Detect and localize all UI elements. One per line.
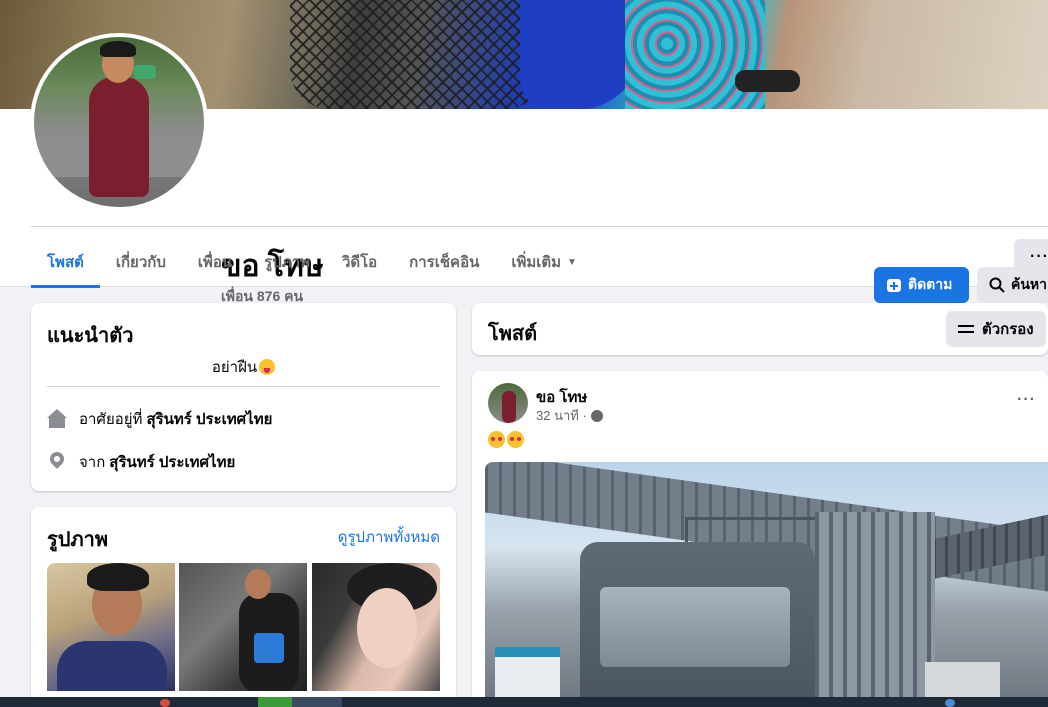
intro-divider: [47, 386, 440, 387]
taskbar-app-icon[interactable]: [945, 699, 955, 707]
see-all-photos-link[interactable]: ดูรูปภาพทั้งหมด: [338, 525, 440, 549]
os-taskbar: [0, 697, 1048, 707]
post-author-avatar[interactable]: [488, 383, 528, 423]
photo-thumbnail[interactable]: [47, 563, 175, 691]
tongue-emoji-icon: [259, 359, 276, 375]
cover-motorbike: [520, 0, 640, 109]
bio-text: อย่าฝืน: [31, 355, 456, 379]
home-icon: [47, 409, 67, 429]
follow-button[interactable]: ติดตาม: [874, 267, 969, 303]
lives-in-link[interactable]: สุรินทร์ ประเทศไทย: [146, 407, 272, 431]
location-pin-icon: [47, 452, 67, 472]
lives-in-prefix: อาศัยอยู่ที่: [79, 411, 143, 428]
globe-icon: [590, 409, 603, 422]
photo-thumbnail[interactable]: [179, 563, 307, 691]
tab-photos[interactable]: รูปภาพ: [248, 236, 326, 288]
follow-label: ติดตาม: [908, 276, 953, 292]
photos-title: รูปภาพ: [47, 529, 109, 551]
filter-button[interactable]: ตัวกรอง: [946, 311, 1046, 347]
post-time[interactable]: 32 นาที ·: [536, 405, 587, 426]
post-more-dots-icon[interactable]: ···: [1017, 391, 1036, 409]
filter-icon: [958, 323, 974, 335]
taskbar-app-icon[interactable]: [160, 699, 170, 707]
smiling-hearts-emoji-icon: [488, 431, 505, 448]
tab-posts[interactable]: โพสต์: [31, 236, 100, 288]
profile-picture[interactable]: [30, 33, 208, 211]
cover-fabric: [625, 0, 765, 109]
intro-title: แนะนำตัว: [47, 325, 134, 347]
lives-in-row: อาศัยอยู่ที่ สุรินทร์ ประเทศไทย: [47, 407, 272, 431]
post-image[interactable]: [485, 462, 1048, 707]
caret-down-icon: ▼: [567, 256, 577, 268]
tab-more-label: เพิ่มเติม: [511, 254, 562, 271]
add-friend-icon: [886, 277, 902, 293]
smiling-hearts-emoji-icon: [507, 431, 524, 448]
post-card: ขอ โทษ 32 นาที · ···: [472, 371, 1048, 707]
filter-label: ตัวกรอง: [982, 321, 1034, 338]
profile-more-button[interactable]: ···: [1014, 239, 1048, 275]
photo-thumbnail[interactable]: [312, 563, 440, 691]
from-link[interactable]: สุรินทร์ ประเทศไทย: [109, 450, 235, 474]
tab-about[interactable]: เกี่ยวกับ: [100, 236, 182, 288]
search-label: ค้นหา: [1011, 276, 1048, 292]
post-meta: 32 นาที ·: [536, 405, 603, 426]
bio-label: อย่าฝืน: [211, 359, 258, 376]
post-text: [488, 431, 524, 448]
from-row: จาก สุรินทร์ ประเทศไทย: [47, 450, 235, 474]
taskbar-app-icon[interactable]: [292, 697, 342, 707]
from-prefix: จาก: [79, 454, 106, 471]
cover-basket: [290, 0, 545, 109]
profile-tabs: โพสต์ เกี่ยวกับ เพื่อน รูปภาพ วิดีโอ การ…: [31, 236, 593, 288]
header-divider: [31, 226, 1048, 227]
tab-videos[interactable]: วิดีโอ: [326, 236, 393, 288]
tab-friends[interactable]: เพื่อน: [182, 236, 248, 288]
tab-more[interactable]: เพิ่มเติม ▼: [495, 236, 593, 288]
photos-card: รูปภาพ ดูรูปภาพทั้งหมด: [31, 507, 456, 707]
tab-checkins[interactable]: การเช็คอิน: [393, 236, 495, 288]
posts-header-card: โพสต์ ตัวกรอง: [472, 303, 1048, 355]
taskbar-app-icon[interactable]: [258, 697, 292, 707]
search-icon: [989, 277, 1005, 293]
intro-card: แนะนำตัว อย่าฝืน อาศัยอยู่ที่ สุรินทร์ ป…: [31, 303, 456, 491]
posts-title: โพสต์: [488, 323, 538, 345]
cover-handle: [735, 70, 800, 92]
